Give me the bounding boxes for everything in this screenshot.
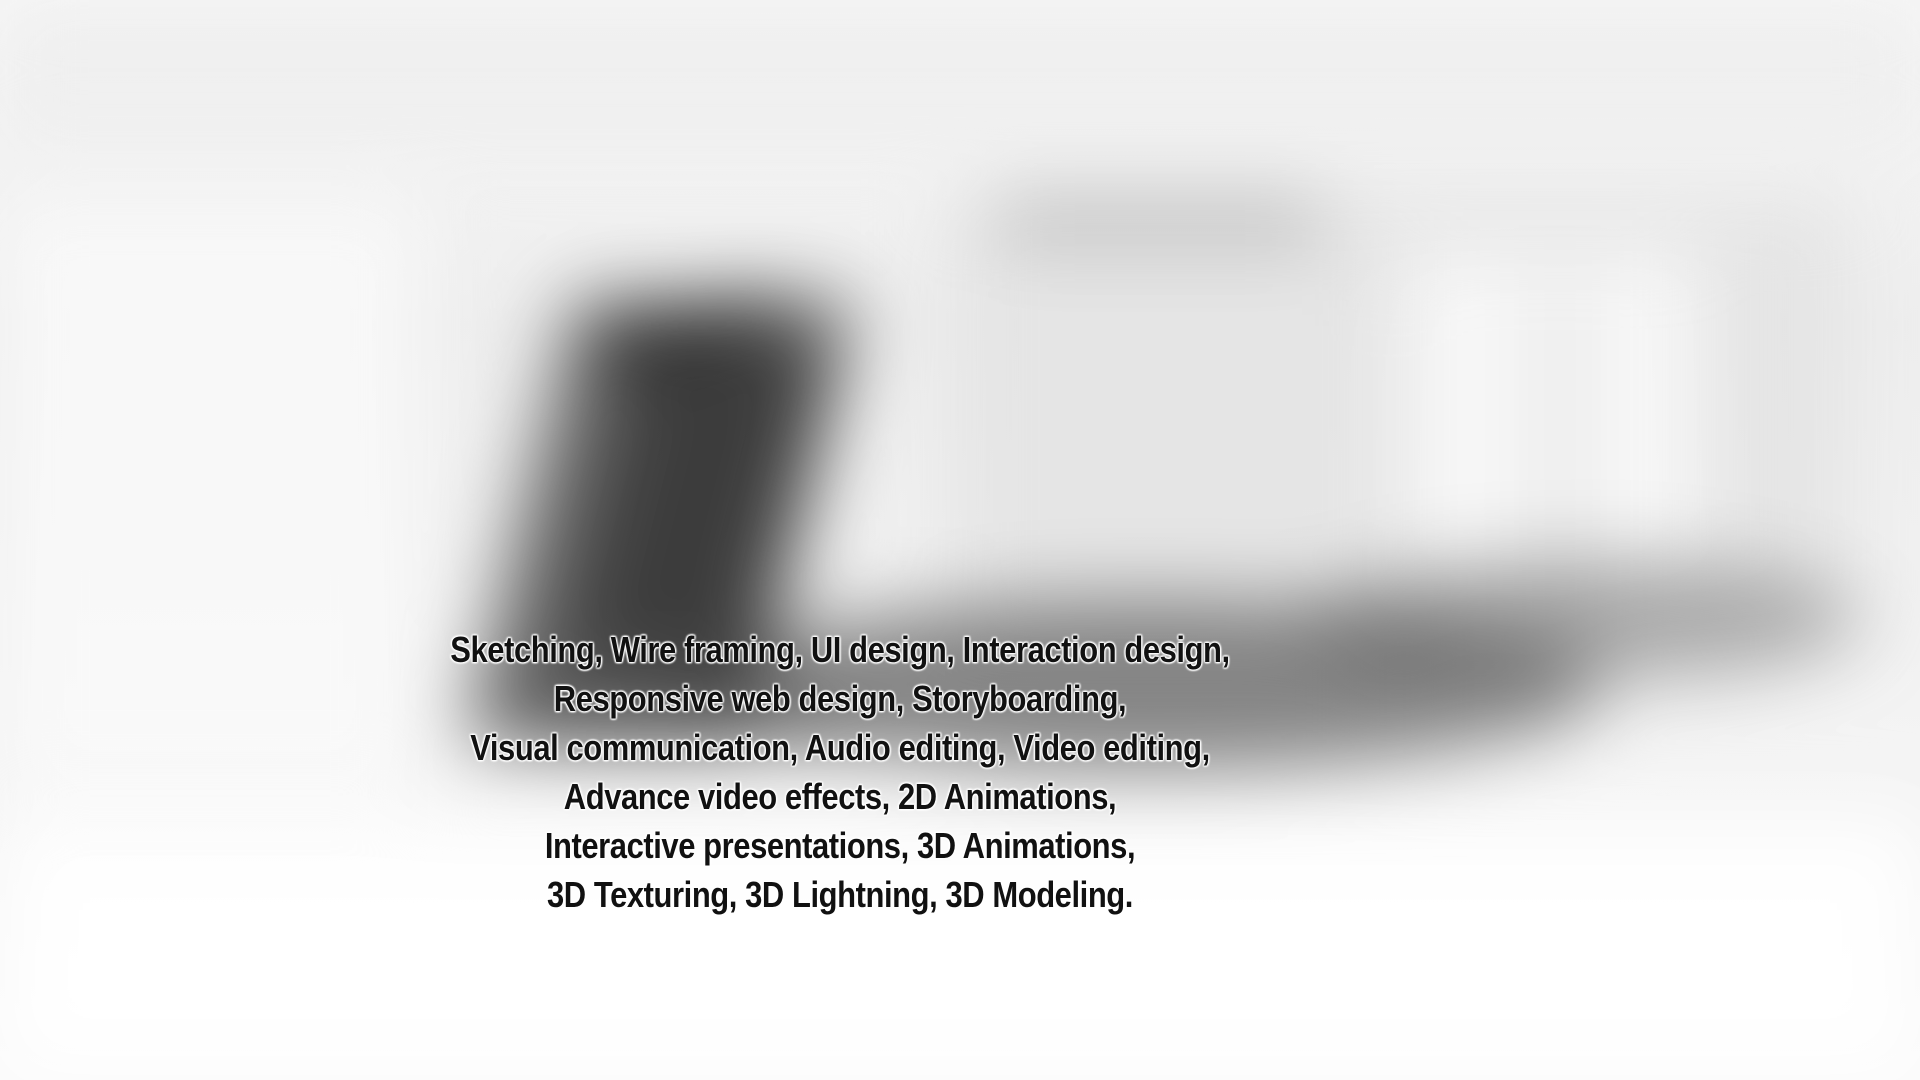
skills-caption: Sketching, Wire framing, UI design, Inte… <box>118 625 1563 919</box>
skills-line: Interactive presentations, 3D Animations… <box>544 825 1136 866</box>
skills-line: Responsive web design, Storyboarding, <box>553 678 1127 719</box>
skills-line: Advance video effects, 2D Animations, <box>563 776 1117 817</box>
skills-line: 3D Texturing, 3D Lightning, 3D Modeling. <box>547 874 1133 915</box>
skills-line: Visual communication, Audio editing, Vid… <box>470 727 1210 768</box>
skills-line: Sketching, Wire framing, UI design, Inte… <box>450 629 1230 670</box>
hero-slide: Sketching, Wire framing, UI design, Inte… <box>0 0 1920 1080</box>
ceiling-area <box>0 0 1920 140</box>
shelf-shape <box>1000 205 1320 235</box>
